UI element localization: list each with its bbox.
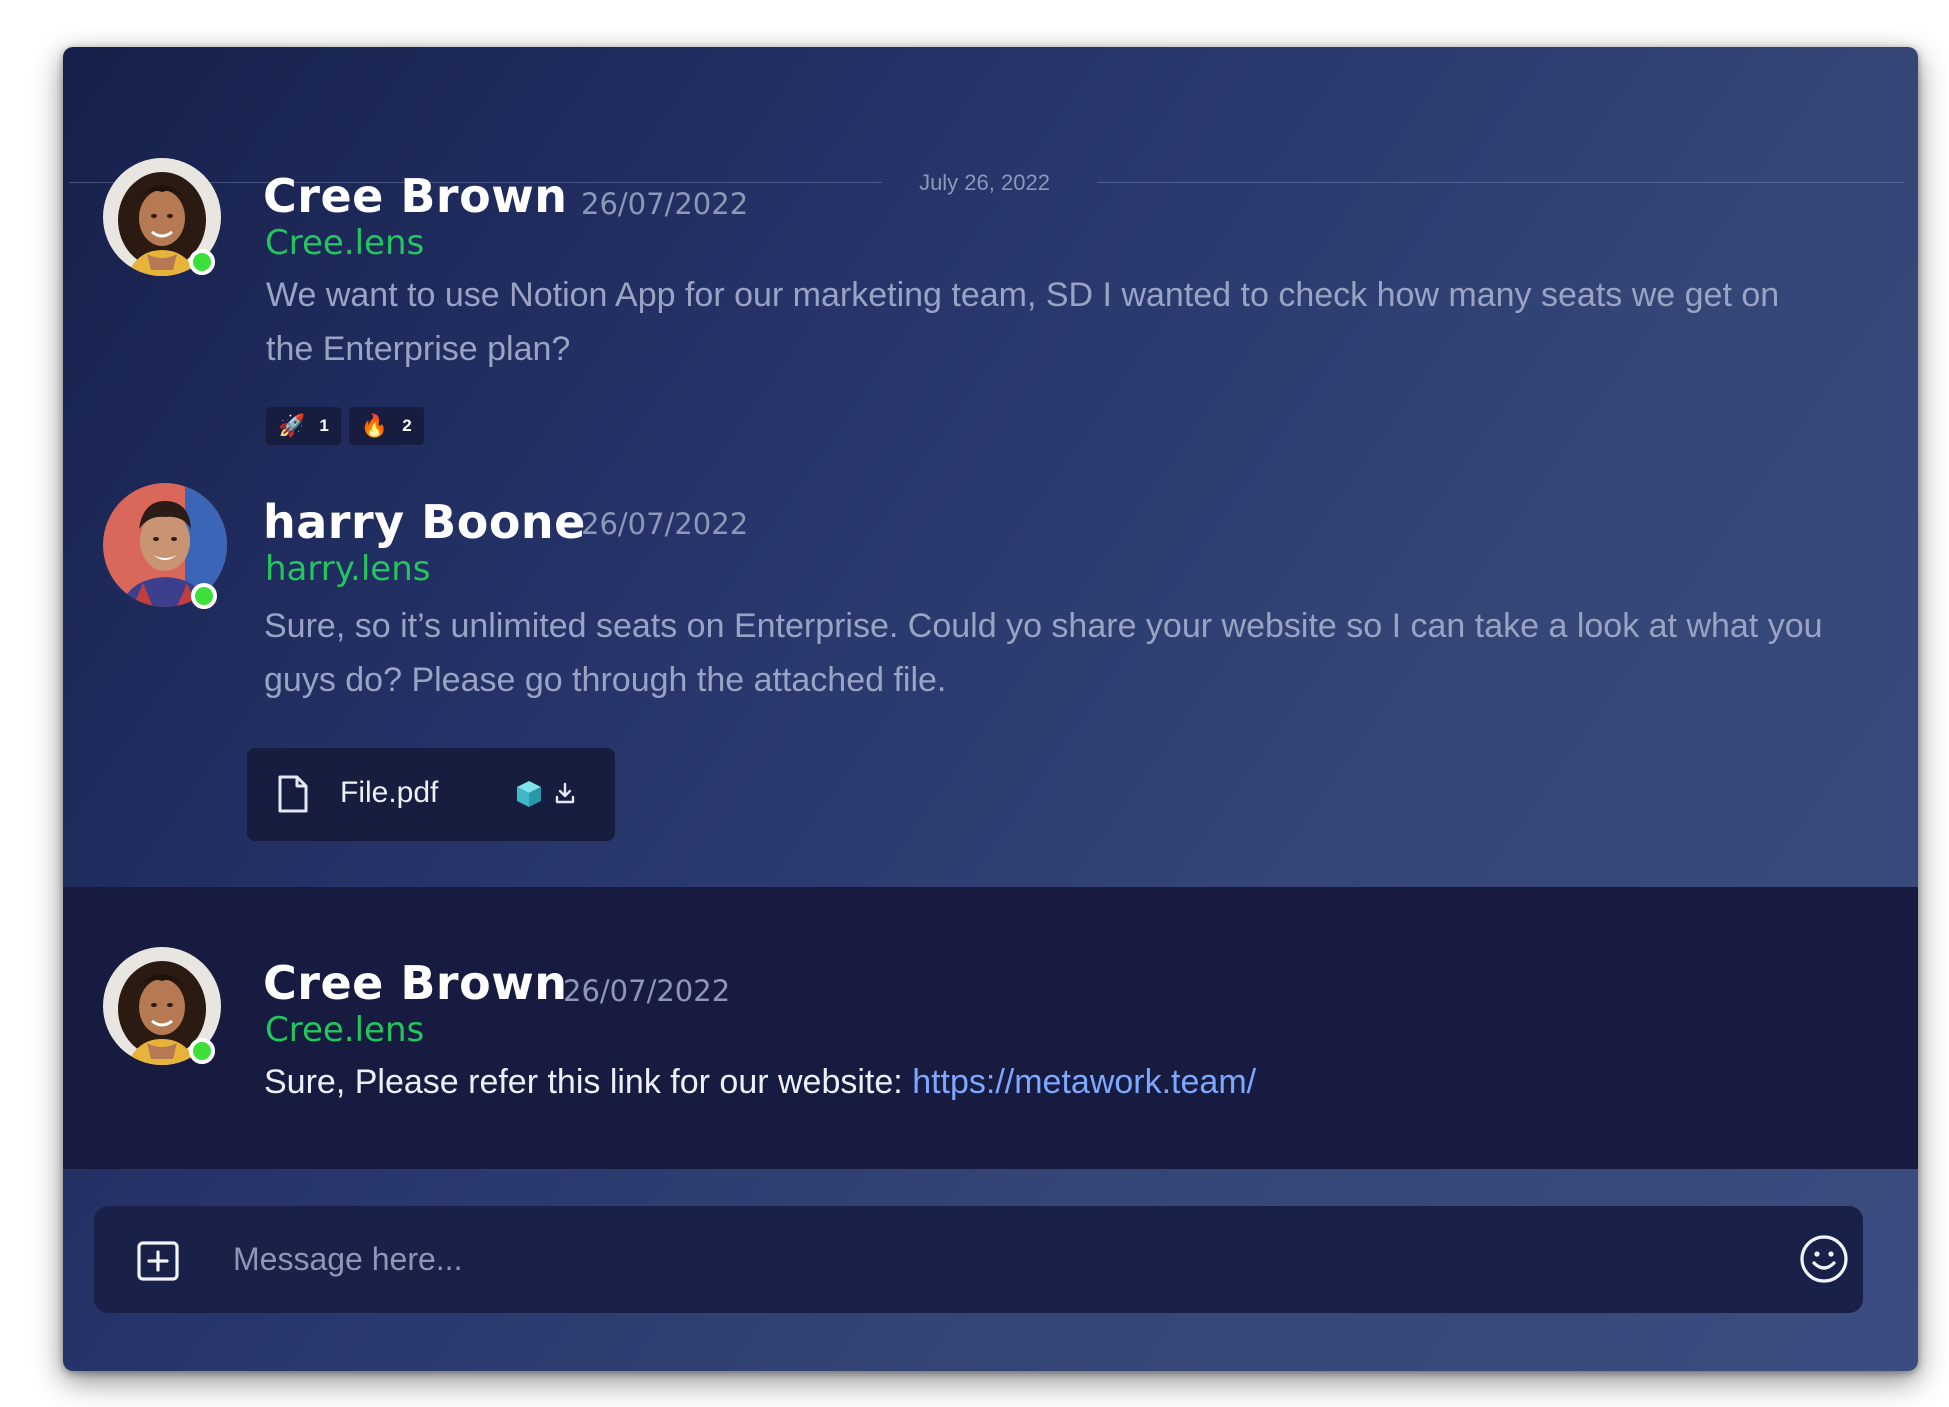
online-status-dot	[189, 1038, 215, 1064]
file-attachment[interactable]: File.pdf	[247, 748, 615, 841]
document-icon	[278, 775, 308, 813]
online-status-dot	[189, 249, 215, 275]
sender-name[interactable]: Cree Brown	[263, 956, 567, 1010]
fire-icon: 🔥	[360, 413, 389, 438]
smile-icon[interactable]	[1799, 1234, 1849, 1284]
sender-handle[interactable]: harry.lens	[265, 549, 430, 589]
sender-name[interactable]: harry Boone	[263, 495, 586, 549]
download-icon[interactable]	[555, 782, 575, 804]
file-name: File.pdf	[340, 776, 439, 809]
message-date: 26/07/2022	[581, 507, 749, 541]
avatar[interactable]	[103, 947, 221, 1065]
reaction-count: 2	[402, 416, 412, 435]
avatar[interactable]	[103, 158, 221, 276]
message-date: 26/07/2022	[581, 187, 749, 221]
sender-handle[interactable]: Cree.lens	[265, 223, 424, 263]
add-square-icon[interactable]	[136, 1240, 180, 1282]
reaction-fire[interactable]: 🔥 2	[348, 407, 424, 445]
reaction-rocket[interactable]: 🚀 1	[266, 407, 341, 445]
online-status-dot	[191, 583, 217, 609]
divider-line-right	[1097, 182, 1904, 183]
sender-handle[interactable]: Cree.lens	[265, 1010, 424, 1050]
message-composer	[94, 1206, 1863, 1313]
sender-name[interactable]: Cree Brown	[263, 169, 567, 223]
message-date: 26/07/2022	[563, 974, 731, 1008]
rocket-icon: 🚀	[278, 413, 306, 438]
avatar[interactable]	[103, 483, 227, 609]
website-link[interactable]: https://metawork.team/	[912, 1063, 1256, 1101]
message-input[interactable]	[231, 1206, 1711, 1313]
cube-icon[interactable]	[515, 779, 543, 809]
reactions: 🚀 1 🔥 2	[266, 407, 424, 445]
message-text: Sure, Please refer this link for our web…	[264, 1055, 1824, 1109]
chat-window: July 26, 2022 Cree Brown 26/07/2022 Cree…	[63, 47, 1918, 1371]
reaction-count: 1	[319, 416, 329, 435]
message-text: We want to use Notion App for our market…	[266, 276, 1780, 368]
message-text: Sure, so it’s unlimited seats on Enterpr…	[264, 607, 1823, 699]
message-text-body: Sure, Please refer this link for our web…	[264, 1063, 913, 1101]
